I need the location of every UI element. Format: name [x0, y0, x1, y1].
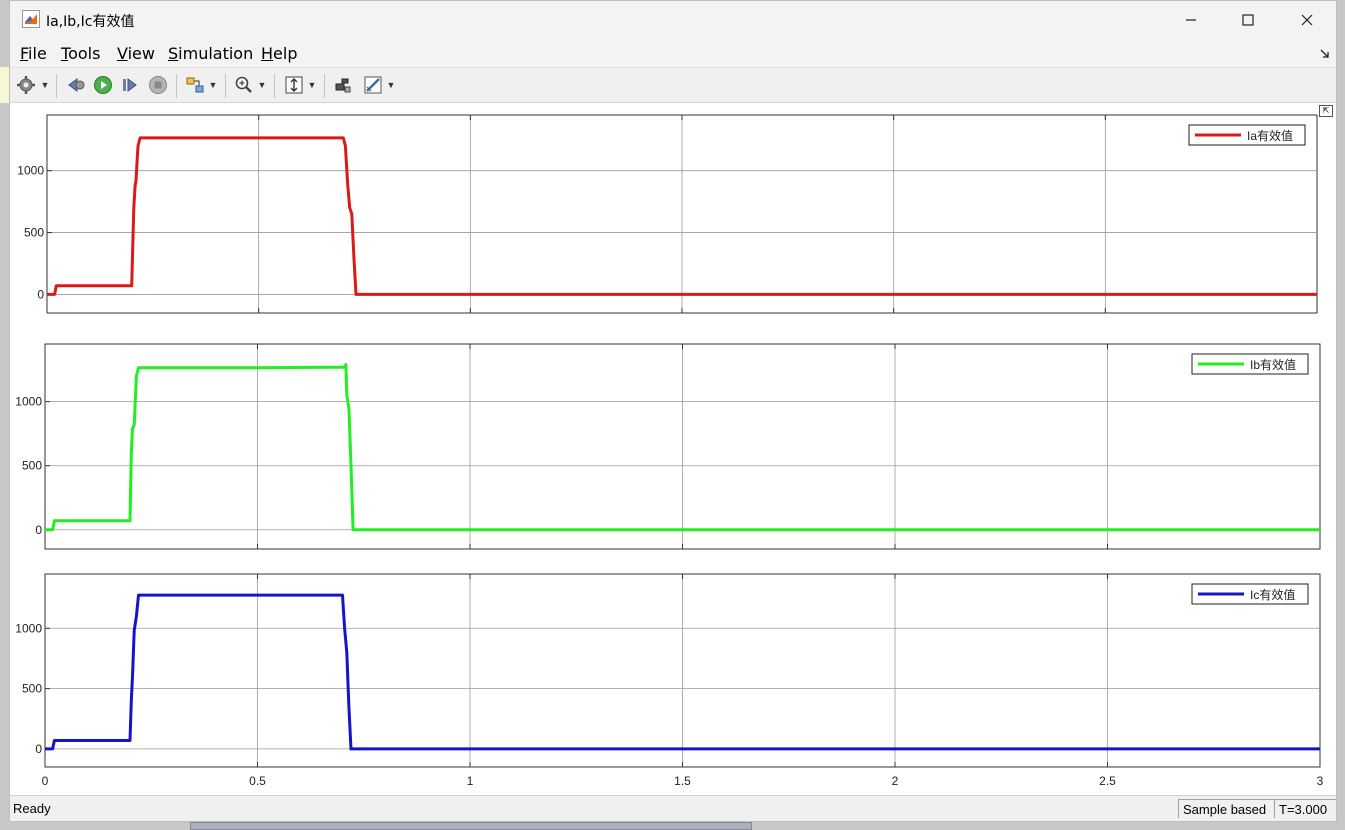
x-tick-label: 2.5 [1099, 774, 1116, 788]
gear-dropdown-icon[interactable]: ▼ [40, 76, 50, 94]
menu-file[interactable]: File [20, 44, 47, 63]
toolbar-separator [56, 74, 57, 98]
autoscale-icon[interactable] [282, 73, 306, 97]
title-bar[interactable]: Ia,Ib,Ic有效值 [10, 1, 1336, 39]
background-window-edge [190, 822, 752, 830]
highlight-dropdown-icon[interactable]: ▼ [208, 76, 218, 94]
toolbar-separator [176, 74, 177, 98]
x-tick-label: 3 [1317, 774, 1324, 788]
window-title: Ia,Ib,Ic有效值 [46, 14, 135, 30]
gear-icon[interactable] [14, 73, 38, 97]
close-icon [1301, 14, 1313, 26]
y-tick-label: 1000 [15, 621, 42, 635]
maximize-icon [1242, 14, 1254, 26]
cursor-measure-icon[interactable] [361, 73, 385, 97]
status-sample-mode: Sample based [1178, 799, 1274, 818]
x-tick-label: 0.5 [249, 774, 266, 788]
step-back-icon[interactable] [64, 73, 88, 97]
menu-bar: File Tools View Simulation Help [10, 39, 1336, 67]
undock-axes-icon[interactable]: ⇱ [1319, 105, 1333, 117]
dock-arrow-icon[interactable] [1320, 49, 1330, 59]
status-bar: Ready Sample based T=3.000 [10, 795, 1336, 821]
axes-1: 0 500 1000 Ia有效值 [17, 114, 1318, 314]
zoom-icon[interactable] [232, 73, 256, 97]
style-icon[interactable] [331, 73, 355, 97]
status-sim-time: T=3.000 [1274, 799, 1336, 818]
legend-label: Ib有效值 [1250, 357, 1296, 372]
autoscale-dropdown-icon[interactable]: ▼ [307, 76, 317, 94]
toolbar-separator [324, 74, 325, 98]
x-tick-label: 2 [892, 774, 899, 788]
x-tick-label: 1 [467, 774, 474, 788]
scope-window: Ia,Ib,Ic有效值 File Tools View Simulation H… [9, 0, 1337, 822]
y-tick-label: 500 [22, 459, 42, 473]
step-forward-icon[interactable] [118, 73, 142, 97]
stop-icon[interactable] [146, 73, 170, 97]
y-tick-label: 0 [37, 287, 44, 301]
scope-plots[interactable]: 05001000Ia有效值05001000Ib有效值0 0.5 1 1.5 2 2.5 30… [10, 103, 1336, 791]
menu-help[interactable]: Help [261, 44, 297, 63]
x-tick-label: 0 [42, 774, 49, 788]
status-text: Ready [13, 801, 51, 816]
menu-simulation[interactable]: Simulation [168, 44, 253, 63]
run-icon[interactable] [91, 73, 115, 97]
toolbar-separator [274, 74, 275, 98]
minimize-icon [1186, 19, 1196, 21]
legend-label: Ic有效值 [1250, 587, 1295, 602]
zoom-dropdown-icon[interactable]: ▼ [257, 76, 267, 94]
x-tick-label: 1.5 [674, 774, 691, 788]
y-tick-label: 0 [35, 742, 42, 756]
menu-tools[interactable]: Tools [61, 44, 100, 63]
highlight-block-icon[interactable] [183, 73, 207, 97]
axes-2: 0 500 1000 Ib有效值 [15, 343, 1321, 550]
y-tick-label: 0 [35, 523, 42, 537]
close-button[interactable] [1278, 1, 1336, 39]
legend-label: Ia有效值 [1247, 128, 1293, 143]
y-tick-label: 500 [22, 682, 42, 696]
minimize-button[interactable] [1162, 1, 1220, 39]
y-tick-label: 1000 [17, 164, 44, 178]
y-tick-label: 1000 [15, 395, 42, 409]
background-strip [0, 66, 9, 103]
menu-view[interactable]: View [117, 44, 155, 63]
matlab-logo-icon [22, 10, 40, 28]
toolbar: ▼ ▼ ▼ ▼ ▼ [10, 67, 1336, 103]
plot-area: 0 500 1000 Ia有效值 0 500 1000 Ib有效值 0 0.5 1 1.5 2 2.5 3 0… [10, 103, 1336, 791]
y-tick-label: 500 [24, 226, 44, 240]
maximize-button[interactable] [1219, 1, 1277, 39]
toolbar-separator [225, 74, 226, 98]
axes-3: 0 0.5 1 1.5 2 2.5 3 0 500 1000 Ic有效值 [15, 573, 1324, 788]
cursor-dropdown-icon[interactable]: ▼ [386, 76, 396, 94]
